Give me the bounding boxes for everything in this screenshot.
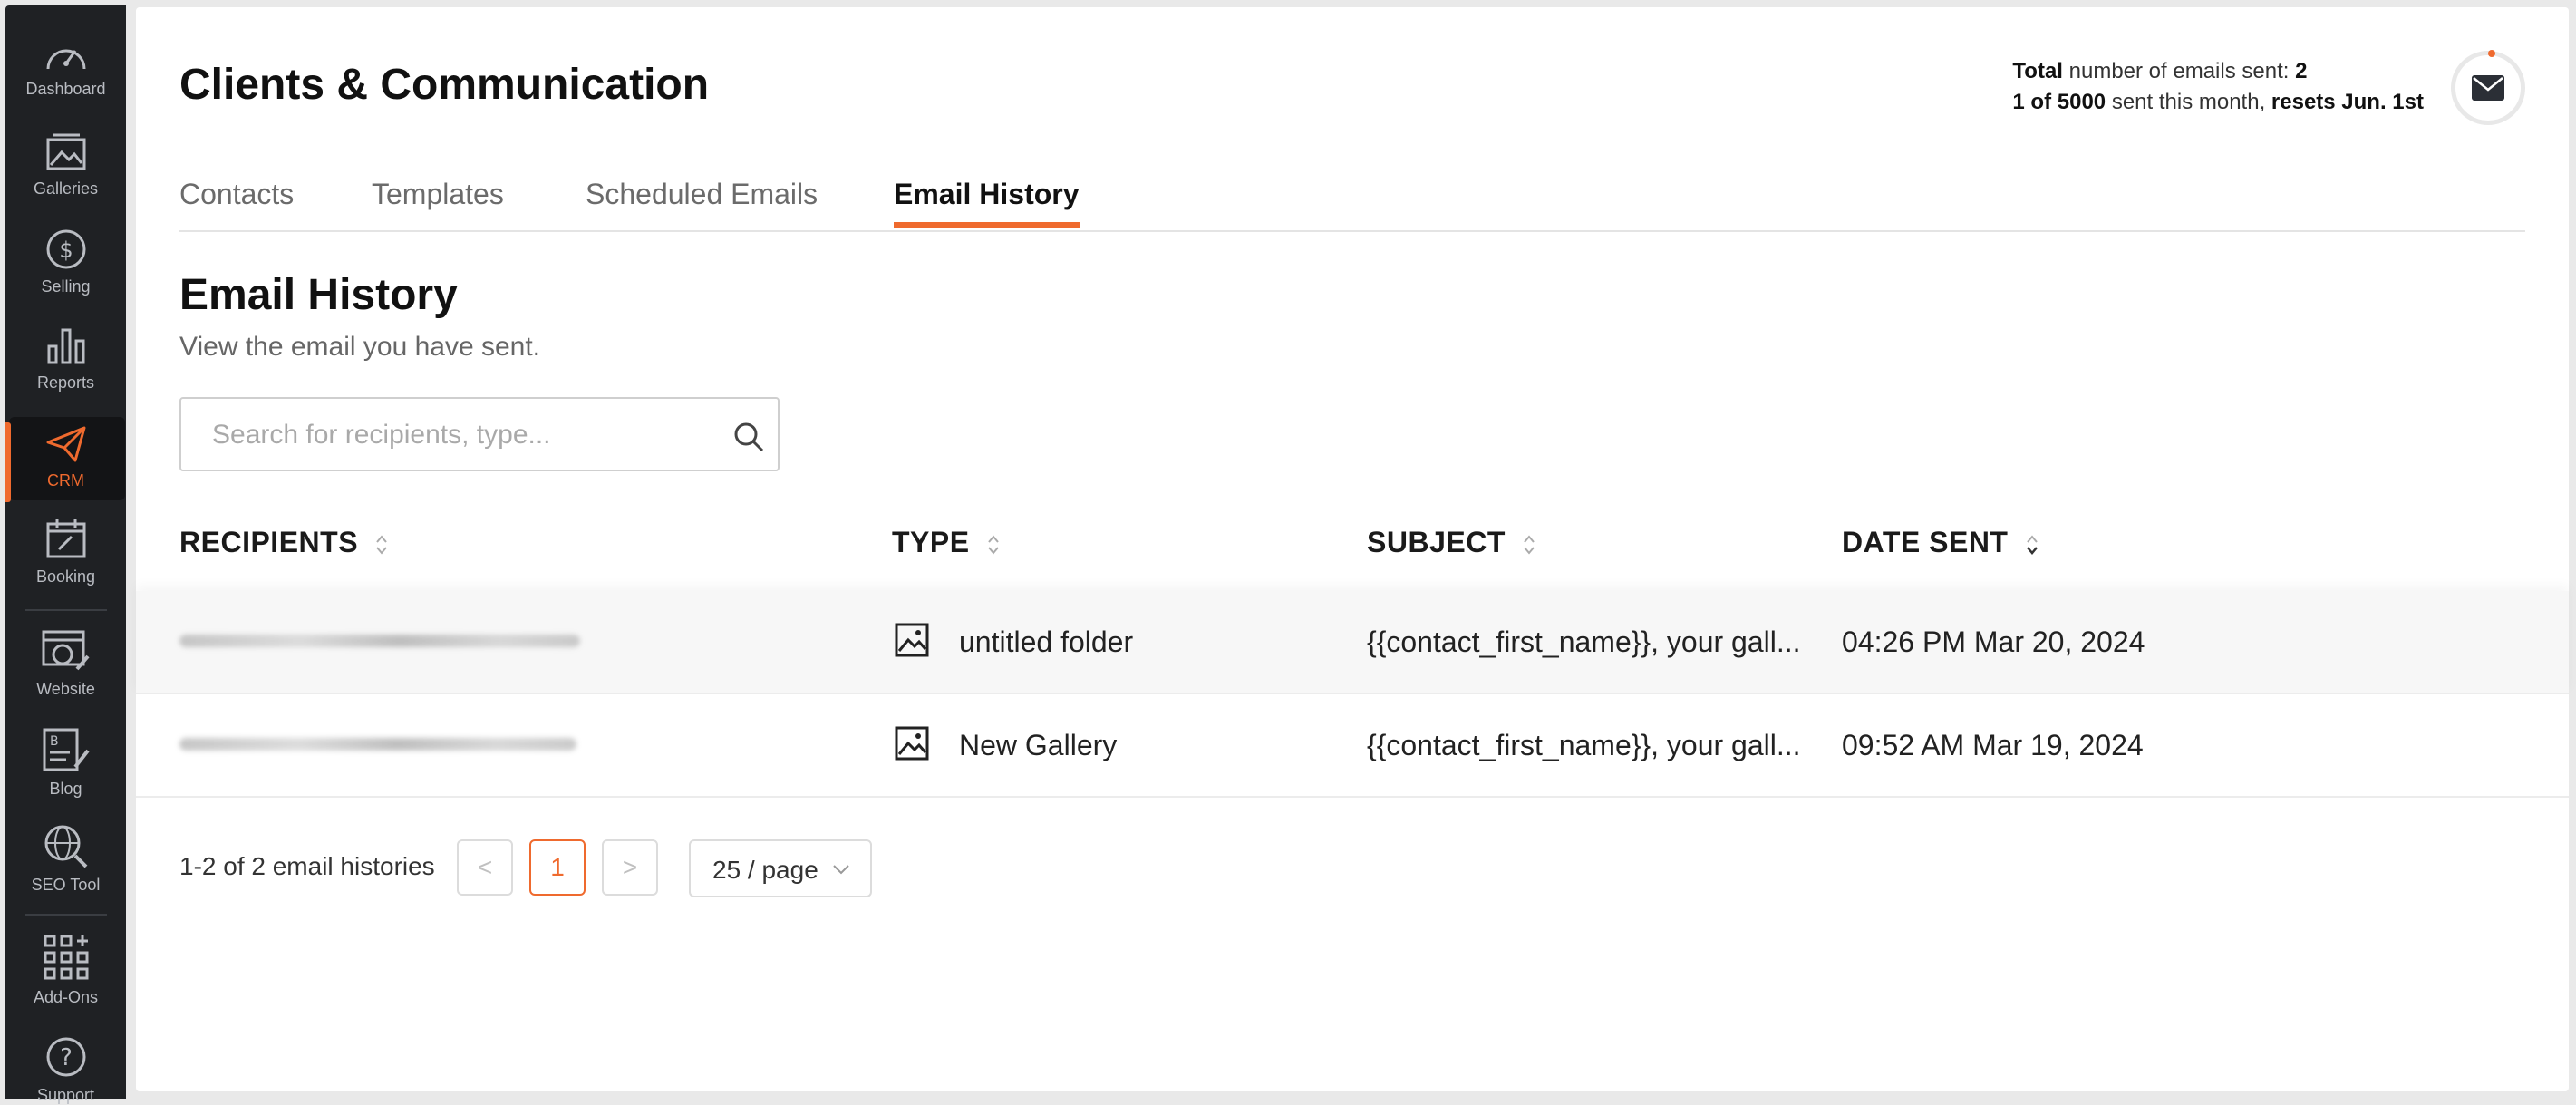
monthly-emails-line: 1 of 5000 sent this month, resets Jun. 1… — [2012, 90, 2424, 114]
subject-cell: {{contact_first_name}}, your gall... — [1367, 625, 1801, 658]
tab-scheduled-emails[interactable]: Scheduled Emails — [586, 178, 818, 228]
grid-plus-icon — [44, 935, 88, 980]
quota-progress-dot — [2488, 50, 2495, 57]
sort-icon — [988, 534, 999, 555]
table-row[interactable]: New Gallery {{contact_first_name}}, your… — [136, 694, 2569, 798]
sidebar-item-galleries[interactable]: Galleries — [5, 132, 126, 199]
sidebar-item-dashboard[interactable]: Dashboard — [5, 36, 126, 99]
sidebar-item-add-ons[interactable]: Add-Ons — [5, 934, 126, 1007]
envelope-icon — [2472, 75, 2504, 101]
tab-templates[interactable]: Templates — [372, 178, 504, 228]
total-emails-line: Total number of emails sent: 2 — [2012, 59, 2308, 83]
column-header-date-sent[interactable]: DATE SENT — [1842, 526, 2039, 559]
sidebar-item-support[interactable]: ? Support — [5, 1035, 126, 1105]
type-cell: untitled folder — [959, 625, 1134, 658]
sidebar-item-selling[interactable]: $ Selling — [5, 228, 126, 296]
image-icon — [46, 133, 85, 170]
section-title: Email History — [179, 271, 458, 319]
next-page-button[interactable]: > — [602, 839, 658, 896]
gauge-icon — [46, 49, 85, 70]
page-1-button[interactable]: 1 — [529, 839, 586, 896]
column-header-recipients[interactable]: RECIPIENTS — [179, 526, 388, 559]
gallery-image-icon — [895, 726, 929, 761]
page-title: Clients & Communication — [179, 61, 710, 109]
bar-chart-icon — [47, 328, 84, 364]
dollar-icon: $ — [46, 229, 85, 269]
globe-edit-icon — [42, 630, 90, 671]
tab-contacts[interactable]: Contacts — [179, 178, 294, 228]
search-input[interactable] — [210, 415, 721, 455]
column-header-subject[interactable]: SUBJECT — [1367, 526, 1535, 559]
svg-text:?: ? — [60, 1044, 73, 1071]
sidebar-item-seo-tool[interactable]: SEO Tool — [5, 823, 126, 895]
gallery-image-icon — [895, 623, 929, 657]
prev-page-button[interactable]: < — [457, 839, 513, 896]
sidebar-item-booking[interactable]: Booking — [5, 517, 126, 586]
svg-text:B: B — [50, 734, 59, 749]
paper-plane-icon — [46, 426, 85, 462]
sidebar-item-crm[interactable]: CRM — [5, 424, 126, 490]
table-row[interactable]: untitled folder {{contact_first_name}}, … — [136, 591, 2569, 694]
page-size-select[interactable]: 25 / page — [689, 839, 872, 897]
email-stats: Total number of emails sent: 2 1 of 5000… — [2012, 56, 2424, 118]
recipient-redacted — [179, 635, 580, 647]
recipient-redacted — [179, 738, 576, 751]
email-quota-indicator[interactable] — [2451, 50, 2525, 125]
calendar-icon — [46, 519, 85, 558]
sort-icon — [376, 534, 388, 555]
blog-edit-icon: B — [43, 728, 90, 771]
search-box — [179, 397, 780, 471]
search-icon[interactable] — [732, 421, 765, 453]
section-subtitle: View the email you have sent. — [179, 332, 541, 362]
sidebar: Dashboard Galleries $ Selling Reports CR… — [5, 5, 126, 1104]
help-icon: ? — [46, 1037, 85, 1077]
subject-cell: {{contact_first_name}}, your gall... — [1367, 729, 1801, 761]
sidebar-item-reports[interactable]: Reports — [5, 325, 126, 393]
sidebar-item-website[interactable]: Website — [5, 629, 126, 699]
svg-text:$: $ — [59, 237, 73, 263]
chevron-down-icon — [833, 865, 849, 875]
sidebar-item-blog[interactable]: B Blog — [5, 727, 126, 799]
sidebar-divider — [25, 914, 107, 916]
tab-bar: Contacts Templates Scheduled Emails Emai… — [179, 169, 2525, 232]
date-sent-cell: 04:26 PM Mar 20, 2024 — [1842, 625, 2145, 658]
date-sent-cell: 09:52 AM Mar 19, 2024 — [1842, 729, 2144, 761]
seo-globe-icon — [44, 825, 87, 868]
tab-email-history[interactable]: Email History — [894, 178, 1080, 228]
pagination-summary: 1-2 of 2 email histories — [179, 852, 435, 880]
sidebar-divider — [25, 609, 107, 611]
column-header-type[interactable]: TYPE — [892, 526, 1000, 559]
sort-desc-icon — [2026, 534, 2038, 555]
type-cell: New Gallery — [959, 729, 1118, 761]
main-panel: Clients & Communication Total number of … — [136, 7, 2569, 1091]
sort-icon — [1524, 534, 1535, 555]
